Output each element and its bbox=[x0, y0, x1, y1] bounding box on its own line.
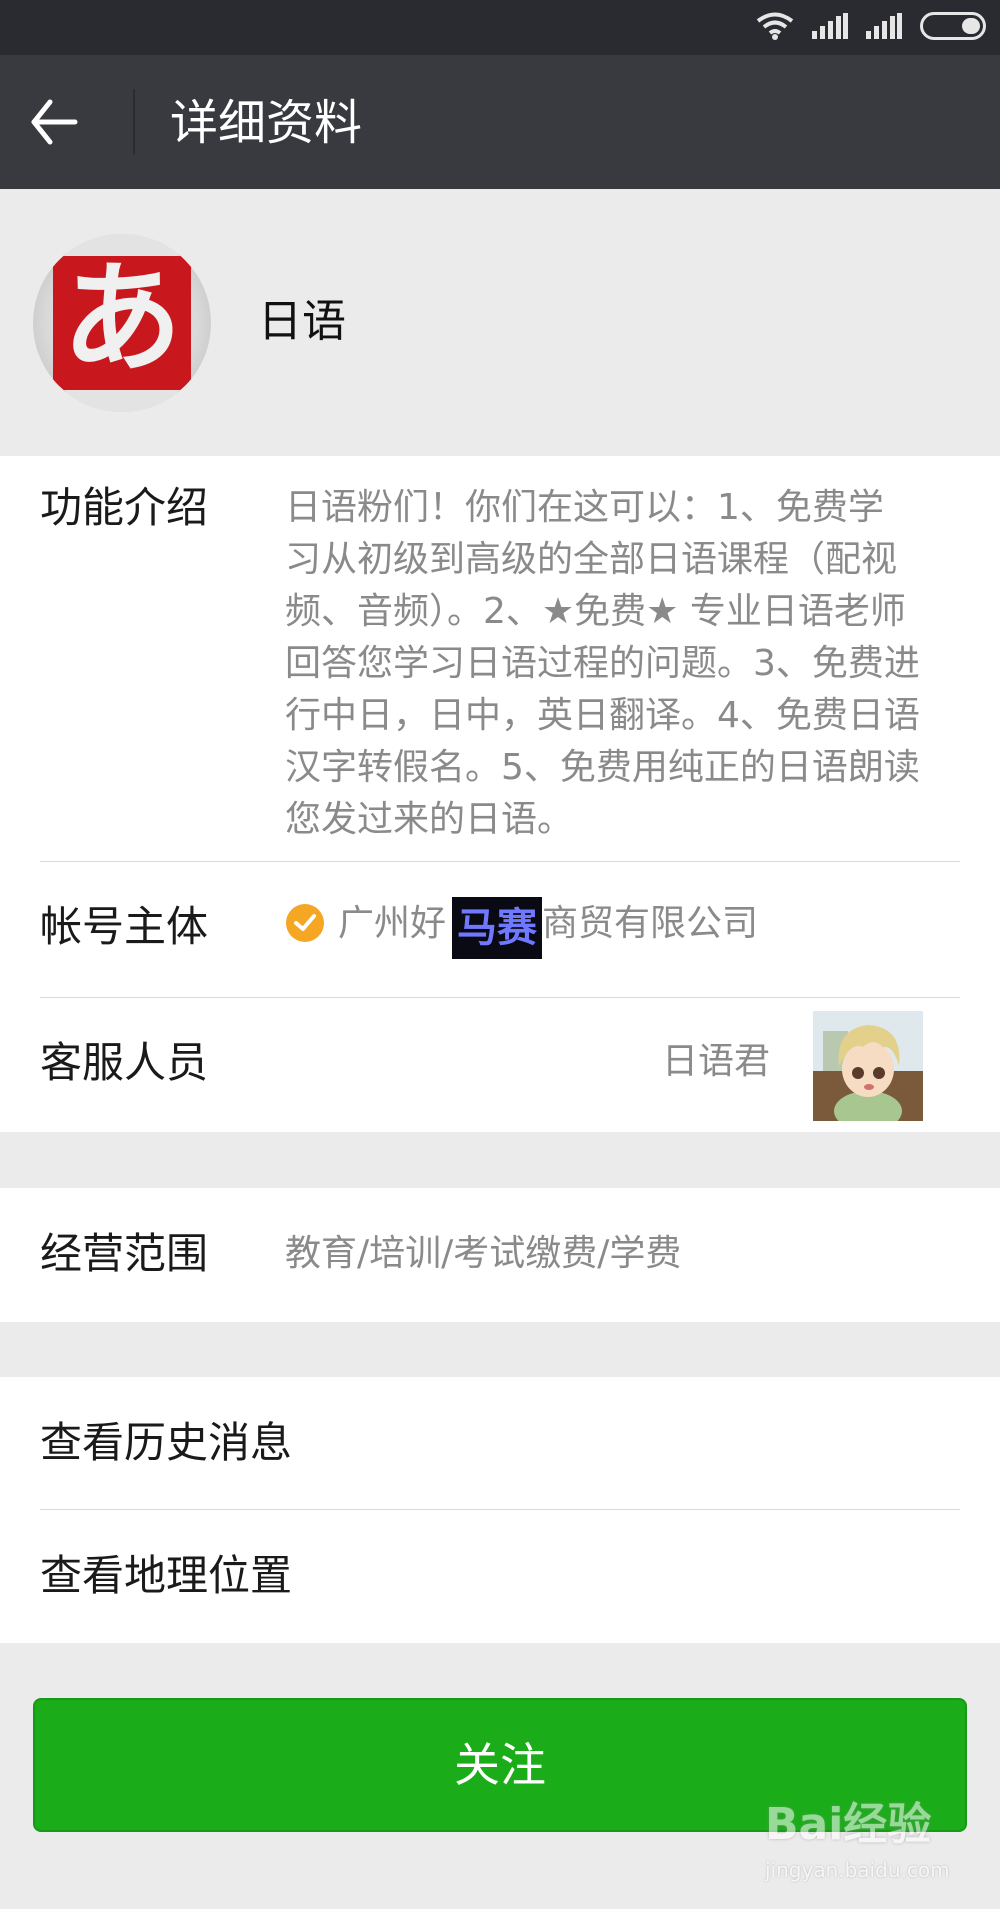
battery-icon bbox=[920, 12, 986, 40]
signal-icon bbox=[812, 13, 848, 39]
back-arrow-icon bbox=[31, 99, 78, 145]
watermark-brand: Bai经验 bbox=[765, 1799, 932, 1850]
info-section: 功能介绍 日语粉们！你们在这可以：1、免费学 习从初级到高级的全部日语课程（配视… bbox=[0, 456, 1000, 1132]
account-label: 帐号主体 bbox=[40, 902, 209, 951]
avatar-glyph: あ bbox=[62, 250, 182, 389]
redacted-text: 马赛克 bbox=[452, 897, 542, 959]
page-title: 详细资料 bbox=[170, 95, 363, 151]
location-row[interactable]: 查看地理位置 bbox=[0, 1510, 1000, 1643]
actions-section: 查看历史消息 查看地理位置 bbox=[0, 1377, 1000, 1643]
verified-check-icon bbox=[286, 904, 324, 942]
account-prefix: 广州好 bbox=[338, 903, 447, 944]
staff-avatar[interactable] bbox=[813, 1011, 923, 1121]
battery-level bbox=[962, 18, 980, 34]
profile-name: 日语 bbox=[258, 296, 346, 347]
intro-line: 汉字转假名。5、免费用纯正的日语朗读 bbox=[285, 747, 920, 788]
avatar[interactable]: あ bbox=[33, 234, 211, 412]
intro-line: 日语粉们！你们在这可以：1、免费学 bbox=[285, 487, 884, 528]
business-label: 经营范围 bbox=[40, 1229, 209, 1278]
history-messages-row[interactable]: 查看历史消息 bbox=[0, 1377, 1000, 1510]
intro-text: 日语粉们！你们在这可以：1、免费学 习从初级到高级的全部日语课程（配视 频、音频… bbox=[285, 482, 965, 846]
baidu-watermark: Bai经验 jingyan.baidu.com bbox=[765, 1800, 965, 1895]
wifi-icon bbox=[756, 12, 794, 40]
divider bbox=[40, 861, 960, 862]
header-divider bbox=[133, 89, 135, 155]
status-bar bbox=[0, 0, 1000, 55]
staff-label: 客服人员 bbox=[40, 1038, 209, 1087]
watermark-url: jingyan.baidu.com bbox=[765, 1858, 950, 1882]
business-value: 教育/培训/考试缴费/学费 bbox=[285, 1233, 682, 1274]
intro-line: 行中日，日中，英日翻译。4、免费日语 bbox=[285, 695, 920, 736]
account-suffix: 商贸有限公司 bbox=[542, 903, 759, 944]
profile-card: あ 日语 bbox=[0, 189, 1000, 456]
staff-name[interactable]: 日语君 bbox=[662, 1036, 770, 1088]
back-button[interactable] bbox=[28, 89, 108, 155]
intro-line: 您发过来的日语。 bbox=[285, 799, 574, 840]
intro-line: 频、音频）。2、★免费★ 专业日语老师 bbox=[285, 591, 906, 632]
intro-line: 回答您学习日语过程的问题。3、免费进 bbox=[285, 643, 920, 684]
business-section: 经营范围 教育/培训/考试缴费/学费 bbox=[0, 1188, 1000, 1322]
status-icons bbox=[756, 12, 986, 40]
top-nav-bar: 详细资料 bbox=[0, 55, 1000, 189]
divider bbox=[40, 997, 960, 998]
location-label: 查看地理位置 bbox=[40, 1551, 293, 1600]
intro-line: 习从初级到高级的全部日语课程（配视 bbox=[285, 539, 898, 580]
signal-icon bbox=[866, 13, 902, 39]
history-messages-label: 查看历史消息 bbox=[40, 1418, 293, 1467]
intro-label: 功能介绍 bbox=[40, 483, 209, 532]
